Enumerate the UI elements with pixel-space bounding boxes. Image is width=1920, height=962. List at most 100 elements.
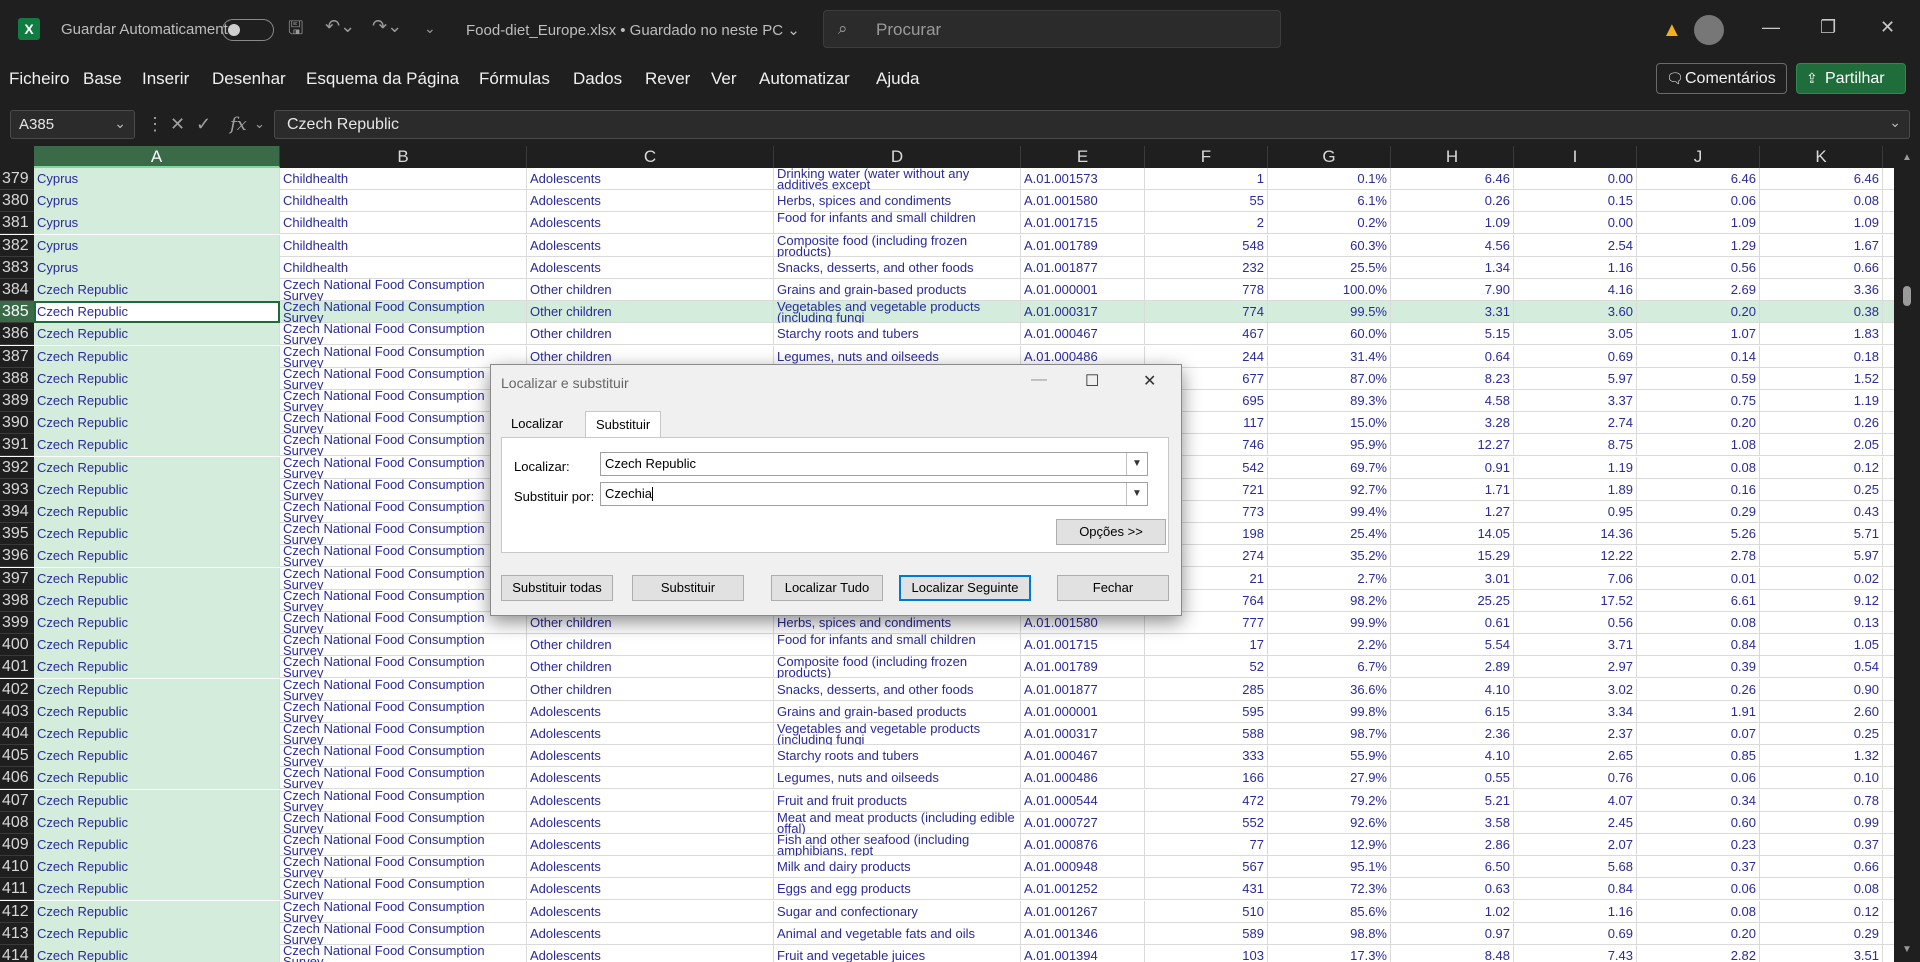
cell-j[interactable]: 0.07 — [1637, 723, 1760, 745]
find-next-button[interactable]: Localizar Seguinte — [899, 575, 1031, 601]
cell-a[interactable]: Czech Republic — [34, 434, 280, 456]
cell-j[interactable]: 0.20 — [1637, 301, 1760, 323]
cell-b[interactable]: Czech National Food Consumption Survey — [280, 634, 527, 656]
insert-function-icon[interactable]: fx — [230, 114, 247, 135]
cell-j[interactable]: 0.60 — [1637, 812, 1760, 834]
cell-k[interactable]: 0.26 — [1760, 412, 1883, 434]
menu-data[interactable]: Dados — [573, 69, 622, 89]
scrollbar-thumb[interactable] — [1903, 286, 1911, 306]
chevron-down-icon[interactable]: ⌄ — [254, 116, 265, 132]
cell-c[interactable]: Adolescents — [527, 923, 774, 945]
cell-d[interactable]: Food for infants and small children — [774, 634, 1021, 656]
cell-k[interactable]: 5.71 — [1760, 523, 1883, 545]
cell-g[interactable]: 60.3% — [1268, 235, 1391, 257]
row-number[interactable]: 399 — [0, 612, 34, 634]
cell-g[interactable]: 12.9% — [1268, 834, 1391, 856]
cell-a[interactable]: Czech Republic — [34, 390, 280, 412]
cell-j[interactable]: 0.56 — [1637, 257, 1760, 279]
cell-i[interactable]: 2.37 — [1514, 723, 1637, 745]
cell-j[interactable]: 1.91 — [1637, 701, 1760, 723]
cell-i[interactable]: 1.16 — [1514, 901, 1637, 923]
vertical-scrollbar[interactable]: ▲ ▼ — [1894, 146, 1920, 962]
scroll-up-icon[interactable]: ▲ — [1902, 152, 1912, 163]
cell-j[interactable]: 1.08 — [1637, 434, 1760, 456]
autosave-toggle[interactable] — [222, 19, 274, 41]
cell-a[interactable]: Czech Republic — [34, 279, 280, 301]
cell-k[interactable]: 1.83 — [1760, 323, 1883, 345]
cell-k[interactable]: 2.60 — [1760, 701, 1883, 723]
cancel-icon[interactable]: ✕ — [170, 114, 185, 135]
cell-g[interactable]: 79.2% — [1268, 790, 1391, 812]
cell-k[interactable]: 1.05 — [1760, 634, 1883, 656]
cell-a[interactable]: Cyprus — [34, 257, 280, 279]
cell-j[interactable]: 0.06 — [1637, 878, 1760, 900]
tab-find[interactable]: Localizar — [501, 411, 573, 437]
cell-e[interactable]: A.01.001394 — [1021, 945, 1145, 962]
cell-h[interactable]: 3.01 — [1391, 568, 1514, 590]
select-all-corner[interactable] — [0, 146, 34, 168]
cell-a[interactable]: Czech Republic — [34, 790, 280, 812]
search-box[interactable]: ⌕ Procurar — [823, 10, 1281, 48]
cell-g[interactable]: 6.7% — [1268, 656, 1391, 678]
cell-f[interactable]: 567 — [1145, 856, 1268, 878]
cell-j[interactable]: 2.78 — [1637, 545, 1760, 567]
cell-d[interactable]: Milk and dairy products — [774, 856, 1021, 878]
cell-g[interactable]: 2.7% — [1268, 568, 1391, 590]
cell-i[interactable]: 4.16 — [1514, 279, 1637, 301]
cell-c[interactable]: Adolescents — [527, 812, 774, 834]
cell-k[interactable]: 0.38 — [1760, 301, 1883, 323]
maximize-dialog-icon[interactable]: ☐ — [1085, 371, 1099, 391]
cell-e[interactable]: A.01.001252 — [1021, 878, 1145, 900]
cell-i[interactable]: 3.60 — [1514, 301, 1637, 323]
expand-formula-icon[interactable]: ⌄ — [1889, 114, 1901, 131]
cell-h[interactable]: 15.29 — [1391, 545, 1514, 567]
cell-j[interactable]: 0.75 — [1637, 390, 1760, 412]
cell-f[interactable]: 2 — [1145, 212, 1268, 234]
cell-b[interactable]: Czech National Food Consumption Survey — [280, 945, 527, 962]
cell-k[interactable]: 0.08 — [1760, 190, 1883, 212]
cell-f[interactable]: 1 — [1145, 168, 1268, 190]
cell-a[interactable]: Czech Republic — [34, 723, 280, 745]
cell-d[interactable]: Vegetables and vegetable products (inclu… — [774, 723, 1021, 745]
menu-automate[interactable]: Automatizar — [759, 69, 850, 89]
cell-e[interactable]: A.01.000486 — [1021, 767, 1145, 789]
cell-f[interactable]: 232 — [1145, 257, 1268, 279]
cell-b[interactable]: Childhealth — [280, 235, 527, 257]
cell-j[interactable]: 0.08 — [1637, 612, 1760, 634]
cell-a[interactable]: Cyprus — [34, 212, 280, 234]
avatar[interactable] — [1694, 15, 1724, 45]
cell-g[interactable]: 27.9% — [1268, 767, 1391, 789]
cell-b[interactable]: Czech National Food Consumption Survey — [280, 878, 527, 900]
cell-k[interactable]: 0.66 — [1760, 257, 1883, 279]
cell-k[interactable]: 0.29 — [1760, 923, 1883, 945]
cell-c[interactable]: Other children — [527, 323, 774, 345]
cell-a[interactable]: Czech Republic — [34, 457, 280, 479]
cell-e[interactable]: A.01.000317 — [1021, 723, 1145, 745]
cell-c[interactable]: Adolescents — [527, 723, 774, 745]
cell-c[interactable]: Other children — [527, 656, 774, 678]
menu-draw[interactable]: Desenhar — [212, 69, 286, 89]
cell-i[interactable]: 2.65 — [1514, 745, 1637, 767]
cell-h[interactable]: 1.71 — [1391, 479, 1514, 501]
row-number[interactable]: 386 — [0, 323, 34, 345]
cell-g[interactable]: 92.6% — [1268, 812, 1391, 834]
cell-h[interactable]: 1.02 — [1391, 901, 1514, 923]
cell-a[interactable]: Czech Republic — [34, 412, 280, 434]
cell-b[interactable]: Czech National Food Consumption Survey — [280, 701, 527, 723]
cell-c[interactable]: Adolescents — [527, 767, 774, 789]
cell-f[interactable]: 103 — [1145, 945, 1268, 962]
cell-k[interactable]: 9.12 — [1760, 590, 1883, 612]
cell-h[interactable]: 0.97 — [1391, 923, 1514, 945]
replace-all-button[interactable]: Substituir todas — [501, 575, 613, 601]
cell-i[interactable]: 2.97 — [1514, 656, 1637, 678]
cell-j[interactable]: 1.09 — [1637, 212, 1760, 234]
cell-g[interactable]: 25.4% — [1268, 523, 1391, 545]
cell-e[interactable]: A.01.001267 — [1021, 901, 1145, 923]
document-title[interactable]: Food-diet_Europe.xlsx • Guardado no nest… — [466, 21, 800, 39]
cell-g[interactable]: 87.0% — [1268, 368, 1391, 390]
cell-f[interactable]: 552 — [1145, 812, 1268, 834]
cell-g[interactable]: 15.0% — [1268, 412, 1391, 434]
row-number[interactable]: 387 — [0, 346, 34, 368]
close-window-icon[interactable]: ✕ — [1880, 17, 1895, 38]
menu-home[interactable]: Base — [83, 69, 122, 89]
